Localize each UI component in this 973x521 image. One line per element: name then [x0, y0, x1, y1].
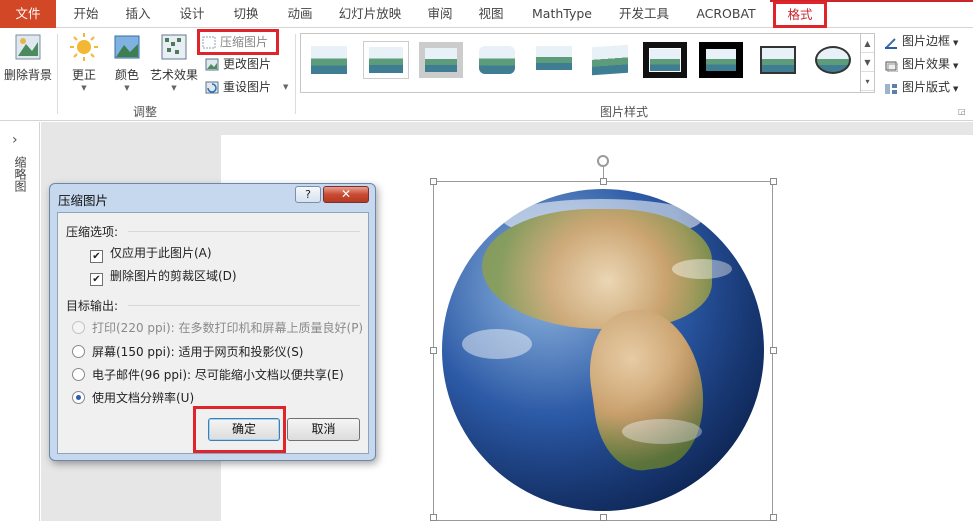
chevron-down-icon: ▼ — [953, 62, 959, 70]
tab-file[interactable]: 文件 — [0, 0, 56, 28]
thumbnail-pane-label: 缩略图 — [13, 156, 27, 192]
tab-item-3[interactable]: 设计 — [170, 0, 214, 28]
ok-button-highlight — [193, 406, 286, 453]
rotate-handle-icon[interactable] — [597, 155, 609, 167]
resize-handle[interactable] — [770, 178, 777, 185]
compress-options-label: 压缩选项: — [66, 225, 119, 239]
target-output-label: 目标输出: — [66, 299, 119, 313]
expand-arrow-icon[interactable]: › — [12, 132, 18, 148]
ribbon: 删除背景 更正 ▼ 颜色 ▼ 艺术效果 ▼ 压缩图片 更改图片 重设图片 ▼ 调… — [0, 28, 973, 121]
picture-styles-group-label: 图片样式 — [600, 105, 649, 119]
picture-style-thumbnail[interactable] — [532, 42, 576, 78]
screen-radio[interactable]: 屏幕(150 ppi): 适用于网页和投影仪(S) — [72, 344, 304, 360]
reset-picture-icon — [205, 80, 219, 94]
tab-item-5[interactable]: 动画 — [278, 0, 322, 28]
picture-style-thumbnail[interactable] — [307, 42, 351, 78]
remove-background-button[interactable]: 删除背景 — [2, 32, 54, 83]
checkmark-icon: ✔ — [90, 250, 103, 263]
print-radio[interactable]: 打印(220 ppi): 在多数打印机和屏幕上质量良好(P) — [72, 320, 363, 336]
dialog-title: 压缩图片 — [58, 193, 109, 208]
resize-handle[interactable] — [600, 178, 607, 185]
tab-item-6[interactable]: 幻灯片放映 — [330, 0, 410, 28]
email-radio[interactable]: 电子邮件(96 ppi): 尽可能缩小文档以便共享(E) — [72, 367, 344, 383]
gallery-more-icon[interactable]: ▾ — [861, 72, 874, 91]
picture-style-thumbnail[interactable] — [364, 42, 408, 78]
tab-item-4[interactable]: 切换 — [224, 0, 268, 28]
adjust-group-label: 调整 — [133, 105, 158, 119]
chevron-down-icon: ▼ — [171, 84, 177, 92]
tab-format[interactable]: 格式 — [773, 1, 827, 28]
effects-icon — [884, 58, 899, 73]
remove-background-icon — [13, 32, 43, 62]
picture-style-thumbnail[interactable] — [643, 42, 687, 78]
picture-selection-box — [433, 181, 773, 521]
picture-style-thumbnail[interactable] — [756, 42, 800, 78]
scroll-up-icon[interactable]: ▲ — [861, 34, 874, 53]
tab-item-2[interactable]: 插入 — [116, 0, 160, 28]
close-button[interactable]: ✕ — [323, 186, 369, 203]
chevron-down-icon: ▼ — [953, 85, 959, 93]
tab-item-11[interactable]: ACROBAT — [688, 0, 764, 28]
use-document-resolution-radio[interactable]: 使用文档分辨率(U) — [72, 390, 194, 406]
layout-icon — [884, 81, 898, 94]
compress-pictures-button[interactable]: 压缩图片 — [197, 29, 279, 55]
divider — [57, 34, 58, 114]
picture-effects-button[interactable]: 图片效果 ▼ — [882, 54, 973, 74]
pencil-icon — [884, 35, 898, 49]
picture-style-thumbnail[interactable] — [588, 42, 632, 78]
change-picture-icon — [205, 57, 219, 71]
picture-styles-gallery: ▲ ▼ ▾ — [300, 33, 875, 93]
picture-layout-button[interactable]: 图片版式 ▼ — [882, 77, 973, 97]
dialog-launcher-icon[interactable]: ◲ — [958, 107, 966, 116]
picture-border-button[interactable]: 图片边框 ▼ — [882, 31, 973, 51]
resize-handle[interactable] — [430, 347, 437, 354]
picture-style-thumbnail[interactable] — [699, 42, 743, 78]
tab-item-9[interactable]: MathType — [524, 0, 600, 28]
chevron-down-icon: ▼ — [81, 84, 87, 92]
artistic-effects-icon — [159, 32, 189, 62]
corrections-button[interactable]: 更正 ▼ — [64, 32, 104, 93]
chevron-down-icon: ▼ — [124, 84, 130, 92]
sun-icon — [69, 32, 99, 62]
picture-style-thumbnail-selected[interactable] — [419, 42, 463, 78]
picture-style-thumbnail[interactable] — [811, 42, 855, 78]
help-button[interactable]: ? — [295, 186, 321, 203]
color-picture-icon — [112, 32, 142, 62]
resize-handle[interactable] — [600, 514, 607, 521]
artistic-effects-button[interactable]: 艺术效果 ▼ — [148, 32, 200, 93]
checkmark-icon: ✔ — [90, 273, 103, 286]
chevron-down-icon: ▼ — [283, 83, 289, 91]
reset-picture-button[interactable]: 重设图片 ▼ — [203, 77, 293, 97]
gallery-scrollbar[interactable]: ▲ ▼ ▾ — [860, 34, 874, 92]
picture-style-thumbnail[interactable] — [475, 42, 519, 78]
chevron-down-icon: ▼ — [953, 39, 959, 47]
divider — [295, 34, 296, 114]
tab-item-10[interactable]: 开发工具 — [612, 0, 676, 28]
tab-item-8[interactable]: 视图 — [469, 0, 513, 28]
tab-item-7[interactable]: 审阅 — [418, 0, 462, 28]
resize-handle[interactable] — [430, 178, 437, 185]
compress-icon — [202, 35, 216, 49]
tab-item-1[interactable]: 开始 — [63, 0, 109, 28]
resize-handle[interactable] — [430, 514, 437, 521]
thumbnail-pane-collapsed: › 缩略图 — [0, 122, 40, 521]
resize-handle[interactable] — [770, 514, 777, 521]
change-picture-button[interactable]: 更改图片 — [203, 54, 293, 74]
color-button[interactable]: 颜色 ▼ — [107, 32, 147, 93]
cancel-button[interactable]: 取消 — [287, 418, 360, 441]
resize-handle[interactable] — [770, 347, 777, 354]
scroll-down-icon[interactable]: ▼ — [861, 53, 874, 72]
apply-only-checkbox[interactable]: ✔ 仅应用于此图片(A) — [90, 245, 212, 263]
delete-cropped-checkbox[interactable]: ✔ 删除图片的剪裁区域(D) — [90, 268, 237, 286]
